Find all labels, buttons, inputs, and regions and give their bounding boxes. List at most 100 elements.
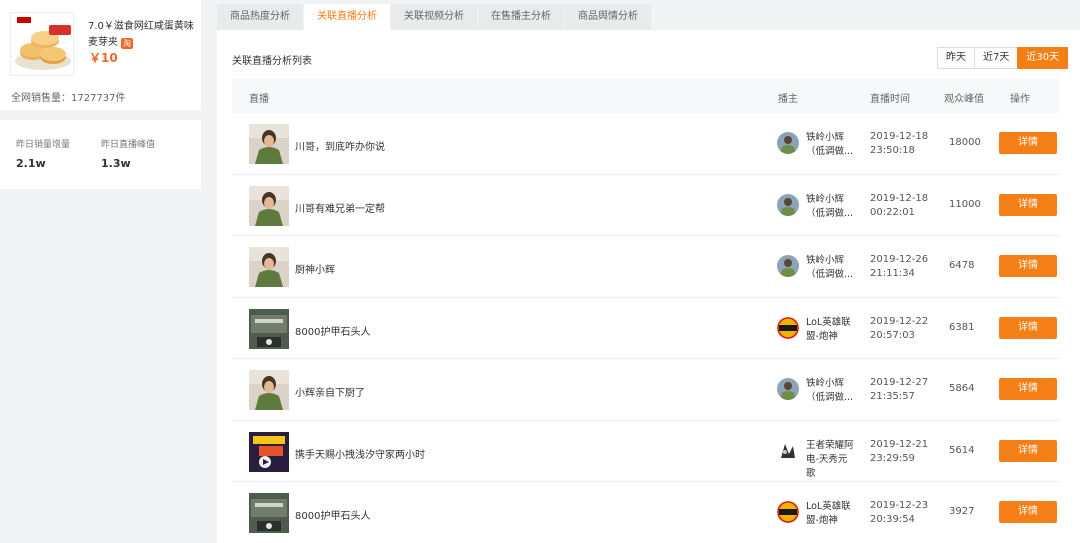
total-sales: 全网销售量：1727737件 [11,93,126,104]
tab-related-live[interactable]: 关联直播分析 [304,4,390,30]
live-date: 2019-12-23 [870,500,929,511]
live-date: 2019-12-18 [870,192,929,204]
detail-button[interactable]: 详情 [999,501,1057,523]
column-header-action: 操作 [1010,94,1030,105]
live-date: 2019-12-18 [870,131,929,142]
anchor-name[interactable]: LoL英雄联盟-炮神 [806,316,856,344]
column-header-live: 直播 [249,94,269,105]
table-header: 直播 播主 直播时间 观众峰值 操作 [232,79,1060,113]
peak-viewers: 3927 [949,506,975,517]
live-time: 2019-12-27 21:35:57 [870,376,928,404]
live-clock: 00:22:01 [870,206,915,218]
product-card: 7.0￥滋食网红咸蛋黄味麦芽夹淘 ￥10 全网销售量：1727737件 [0,0,201,110]
detail-button[interactable]: 详情 [999,439,1057,462]
live-time: 2019-12-23 20:39:54 [870,499,928,527]
live-title[interactable]: 厨神小辉 [295,261,335,276]
stat-yesterday-sales: 昨日销量增量 2.1w [16,137,70,170]
tmall-icon: 淘 [121,38,133,49]
live-thumbnail[interactable] [249,308,289,349]
table-row: 8000护甲石头人 LoL英雄联盟-炮神 2019-12-23 20:39:54 392… [232,482,1060,543]
live-thumbnail[interactable] [249,247,289,287]
live-time: 2019-12-22 20:57:03 [870,315,928,343]
tab-product-heat[interactable]: 商品热度分析 [217,4,303,30]
stat-yesterday-live-peak: 昨日直播峰值 1.3w [101,137,155,170]
anchor-name[interactable]: 铁岭小辉（低调做... [806,131,856,159]
anchor-name[interactable]: LoL英雄联盟-炮神 [806,500,856,528]
anchor-name[interactable]: 王者荣耀阿电-天秀元歌 [806,439,856,481]
analysis-tabs: 商品热度分析 关联直播分析 关联视频分析 在售播主分析 商品舆情分析 [217,4,652,30]
table-row: 8000护甲石头人 LoL英雄联盟-炮神 2019-12-22 20:57:03 638… [232,298,1060,359]
peak-viewers: 5614 [949,444,975,456]
anchor-name[interactable]: 铁岭小辉（低调做... [806,254,856,282]
live-clock: 20:57:03 [870,329,915,341]
live-date: 2019-12-27 [870,377,929,388]
live-date: 2019-12-26 [870,254,929,265]
anchor-avatar[interactable] [777,501,799,523]
anchor-name[interactable]: 铁岭小辉（低调做... [806,193,856,221]
product-panel: 7.0￥滋食网红咸蛋黄味麦芽夹淘 ￥10 全网销售量：1727737件 昨日销量… [0,0,201,189]
stat-value: 2.1w [16,157,46,170]
live-clock: 21:35:57 [870,391,915,402]
live-time: 2019-12-21 23:29:59 [870,438,928,466]
live-thumbnail[interactable] [249,493,289,533]
live-title[interactable]: 8000护甲石头人 [295,323,370,338]
detail-button[interactable]: 详情 [999,193,1057,216]
live-thumbnail[interactable] [249,185,289,226]
peak-viewers: 11000 [949,198,981,210]
peak-viewers: 18000 [949,137,981,148]
product-image [10,12,74,76]
product-price: ￥10 [89,51,118,65]
anchor-avatar[interactable] [777,255,799,277]
live-date: 2019-12-22 [870,315,929,327]
table-row: 川哥有难兄弟一定帮 铁岭小辉（低调做... 2019-12-18 00:22:01 11… [232,175,1060,236]
live-title[interactable]: 小辉亲自下厨了 [295,384,365,399]
detail-button[interactable]: 详情 [999,132,1057,154]
related-live-panel: 关联直播分析列表 昨天 近7天 近30天 直播 播主 直播时间 观众峰值 操作 … [217,30,1080,543]
live-clock: 20:39:54 [870,514,915,525]
stat-label: 昨日销量增量 [16,140,71,150]
live-title[interactable]: 8000护甲石头人 [295,507,370,522]
table-row: 携手天赐小拽浅汐守家两小时 王者荣耀阿电-天秀元歌 2019-12-21 23:29:… [232,421,1060,482]
table-row: 川哥，到底咋办你说 铁岭小辉（低调做... 2019-12-18 23:50:18 18… [232,113,1060,175]
table-row: 厨神小辉 铁岭小辉（低调做... 2019-12-26 21:11:34 6478 详情 [232,236,1060,298]
detail-button[interactable]: 详情 [999,255,1057,277]
product-title-text: 7.0￥滋食网红咸蛋黄味麦芽夹 [88,21,194,48]
product-title[interactable]: 7.0￥滋食网红咸蛋黄味麦芽夹淘 [88,19,198,51]
live-title[interactable]: 川哥，到底咋办你说 [295,138,385,153]
range-7days-button[interactable]: 近7天 [974,47,1019,69]
live-thumbnail[interactable] [249,431,289,472]
column-header-peak-viewers: 观众峰值 [944,94,984,105]
peak-viewers: 5864 [949,383,975,394]
stat-value: 1.3w [101,157,131,170]
time-range-selector: 昨天 近7天 近30天 [937,47,1069,69]
column-header-anchor: 播主 [778,94,798,105]
detail-button[interactable]: 详情 [999,378,1057,400]
live-title[interactable]: 携手天赐小拽浅汐守家两小时 [295,446,425,461]
live-date: 2019-12-21 [870,438,929,450]
tab-related-video[interactable]: 关联视频分析 [391,4,477,30]
anchor-name[interactable]: 铁岭小辉（低调做... [806,377,856,405]
live-time: 2019-12-18 00:22:01 [870,192,928,220]
anchor-avatar[interactable] [777,316,799,339]
list-title: 关联直播分析列表 [232,56,312,67]
live-clock: 23:29:59 [870,452,915,464]
live-time: 2019-12-26 21:11:34 [870,253,928,281]
live-title[interactable]: 川哥有难兄弟一定帮 [295,200,385,215]
anchor-avatar[interactable] [777,439,799,462]
range-yesterday-button[interactable]: 昨天 [937,47,975,69]
detail-button[interactable]: 详情 [999,316,1057,339]
tab-product-sentiment[interactable]: 商品舆情分析 [565,4,651,30]
live-thumbnail[interactable] [249,370,289,410]
live-thumbnail[interactable] [249,124,289,164]
tab-selling-anchors[interactable]: 在售播主分析 [478,4,564,30]
anchor-avatar[interactable] [777,132,799,154]
peak-viewers: 6478 [949,260,975,271]
anchor-avatar[interactable] [777,193,799,216]
range-30days-button[interactable]: 近30天 [1017,47,1069,69]
stats-card: 昨日销量增量 2.1w 昨日直播峰值 1.3w [0,120,201,189]
peak-viewers: 6381 [949,321,975,333]
anchor-avatar[interactable] [777,378,799,400]
live-table-body: 川哥，到底咋办你说 铁岭小辉（低调做... 2019-12-18 23:50:18 18… [232,113,1060,543]
column-header-live-time: 直播时间 [870,94,910,105]
stat-label: 昨日直播峰值 [101,140,156,150]
